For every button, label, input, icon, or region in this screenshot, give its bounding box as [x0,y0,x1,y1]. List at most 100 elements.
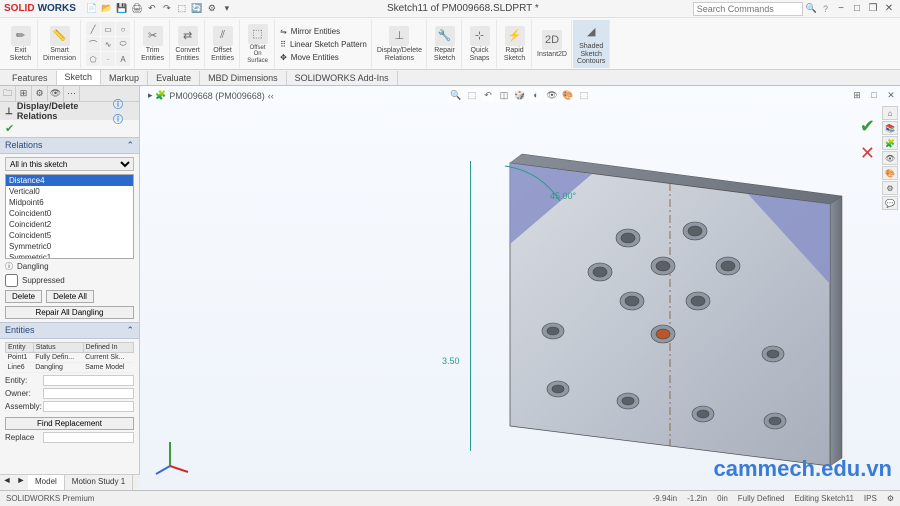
text-tool[interactable]: A [116,52,130,66]
status-gear-icon[interactable]: ⚙ [887,494,894,503]
display-tab[interactable]: 👁 [48,86,64,101]
restore-icon[interactable]: ❐ [866,2,880,16]
relation-item[interactable]: Coincident5 [6,230,133,241]
undo-icon[interactable]: ↶ [146,3,158,15]
minimize-icon[interactable]: − [834,2,848,16]
relation-item[interactable]: Vertical0 [6,186,133,197]
relation-item[interactable]: Coincident2 [6,219,133,230]
relation-item[interactable]: Midpoint6 [6,197,133,208]
taskpane-home-icon[interactable]: ⌂ [882,106,898,120]
zoom-area-icon[interactable]: ⬚ [465,88,479,102]
relations-filter-select[interactable]: All in this sketch [5,157,134,171]
smart-dimension-button[interactable]: 📏 Smart Dimension [39,20,81,68]
property-tab[interactable]: ⊞ [16,86,32,101]
maximize-icon[interactable]: □ [850,2,864,16]
arc-tool[interactable]: ⌒ [86,37,100,51]
new-icon[interactable]: 📄 [86,3,98,15]
linear-pattern-button[interactable]: ⠿ Linear Sketch Pattern [280,40,367,49]
display-delete-relations-button[interactable]: ⊥ Display/Delete Relations [373,20,427,68]
repair-dangling-button[interactable]: Repair All Dangling [5,306,134,319]
delete-all-button[interactable]: Delete All [46,290,94,303]
scene-icon[interactable]: ⬚ [577,88,591,102]
table-row[interactable]: Point1Fully Defin...Current Sk... [6,353,134,363]
relations-section-header[interactable]: Relations⌃ [0,137,139,154]
ellipse-tool[interactable]: ⬭ [116,37,130,51]
point-tool[interactable]: · [101,52,115,66]
entities-section-header[interactable]: Entities⌃ [0,322,139,339]
taskpane-design-icon[interactable]: 🧩 [882,136,898,150]
convert-entities-button[interactable]: ⇄ Convert Entities [171,20,205,68]
trim-entities-button[interactable]: ✂ Trim Entities [136,20,170,68]
rapid-sketch-button[interactable]: ⚡ Rapid Sketch [498,20,532,68]
offset-surface-button[interactable]: ⬚ Offset On Surface [241,20,275,68]
section-view-icon[interactable]: ◫ [497,88,511,102]
dropdown-icon[interactable]: ▾ [221,3,233,15]
line-tool[interactable]: ╱ [86,22,100,36]
print-icon[interactable]: 🖨 [131,3,143,15]
search-icon[interactable]: 🔍 [806,3,817,14]
tab-mbd[interactable]: MBD Dimensions [200,71,287,85]
config-tab[interactable]: ⚙ [32,86,48,101]
relation-item[interactable]: Symmetric0 [6,241,133,252]
dimension-height[interactable]: 3.50 [442,356,460,366]
spline-tool[interactable]: ∿ [101,37,115,51]
panel-ok-icon[interactable]: ✔ [0,120,139,137]
relation-item[interactable]: Symmetric1 [6,252,133,259]
tab-markup[interactable]: Markup [101,71,148,85]
polygon-tool[interactable]: ⬠ [86,52,100,66]
relation-item[interactable]: Coincident0 [6,208,133,219]
view-orient-icon[interactable]: 🎲 [513,88,527,102]
appearance-icon[interactable]: 🎨 [561,88,575,102]
tab-evaluate[interactable]: Evaluate [148,71,200,85]
flyout-tree[interactable]: ▸ 🧩 PM009668 (PM009668) ‹‹ [148,90,274,101]
vp-close-icon[interactable]: ✕ [884,88,898,102]
tab-nav-left[interactable]: ◄ [0,475,14,490]
motion-study-tab[interactable]: Motion Study 1 [65,475,133,490]
close-icon[interactable]: ✕ [882,2,896,16]
repair-sketch-button[interactable]: 🔧 Repair Sketch [428,20,462,68]
orientation-triad[interactable] [150,436,190,476]
more-tab[interactable]: ⋯ [64,86,80,101]
tab-nav-right[interactable]: ► [14,475,28,490]
find-replacement-button[interactable]: Find Replacement [5,417,134,430]
options-icon[interactable]: ⚙ [206,3,218,15]
taskpane-appearance-icon[interactable]: 🎨 [882,166,898,180]
relation-item[interactable]: Distance4 [6,175,133,186]
taskpane-forum-icon[interactable]: 💬 [882,196,898,210]
sketch-cancel-icon[interactable]: ✕ [860,143,875,164]
save-icon[interactable]: 💾 [116,3,128,15]
owner-input[interactable] [43,388,134,399]
select-icon[interactable]: ⬚ [176,3,188,15]
rect-tool[interactable]: ▭ [101,22,115,36]
tab-addins[interactable]: SOLIDWORKS Add-Ins [287,71,398,85]
taskpane-custom-icon[interactable]: ⚙ [882,181,898,195]
replace-input[interactable] [43,432,134,443]
status-units[interactable]: IPS [864,494,877,503]
redo-icon[interactable]: ↷ [161,3,173,15]
assembly-input[interactable] [43,401,134,412]
rebuild-icon[interactable]: 🔄 [191,3,203,15]
vp-menu-icon[interactable]: ⊞ [850,88,864,102]
vp-max-icon[interactable]: □ [867,88,881,102]
exit-sketch-button[interactable]: ✏ Exit Sketch [4,20,38,68]
relations-listbox[interactable]: Distance4 Vertical0 Midpoint6 Coincident… [5,174,134,259]
tab-features[interactable]: Features [4,71,57,85]
move-entities-button[interactable]: ✥ Move Entities [280,53,339,62]
open-icon[interactable]: 📂 [101,3,113,15]
delete-button[interactable]: Delete [5,290,42,303]
search-commands-input[interactable] [693,2,803,16]
prev-view-icon[interactable]: ↶ [481,88,495,102]
help-icon[interactable]: ? [823,4,828,14]
circle-tool[interactable]: ○ [116,22,130,36]
zoom-fit-icon[interactable]: 🔍 [449,88,463,102]
entity-input[interactable] [43,375,134,386]
instant2d-button[interactable]: 2D Instant2D [533,20,572,68]
taskpane-resources-icon[interactable]: 📚 [882,121,898,135]
graphics-viewport[interactable]: ▸ 🧩 PM009668 (PM009668) ‹‹ 🔍 ⬚ ↶ ◫ 🎲 ◐ 👁… [140,86,900,490]
suppressed-checkbox[interactable] [5,274,18,287]
taskpane-view-icon[interactable]: 👁 [882,151,898,165]
feature-tree-tab[interactable]: 🗀 [0,86,16,101]
table-row[interactable]: Line6DanglingSame Model [6,363,134,373]
hide-show-icon[interactable]: 👁 [545,88,559,102]
sketch-ok-icon[interactable]: ✔ [860,116,875,137]
